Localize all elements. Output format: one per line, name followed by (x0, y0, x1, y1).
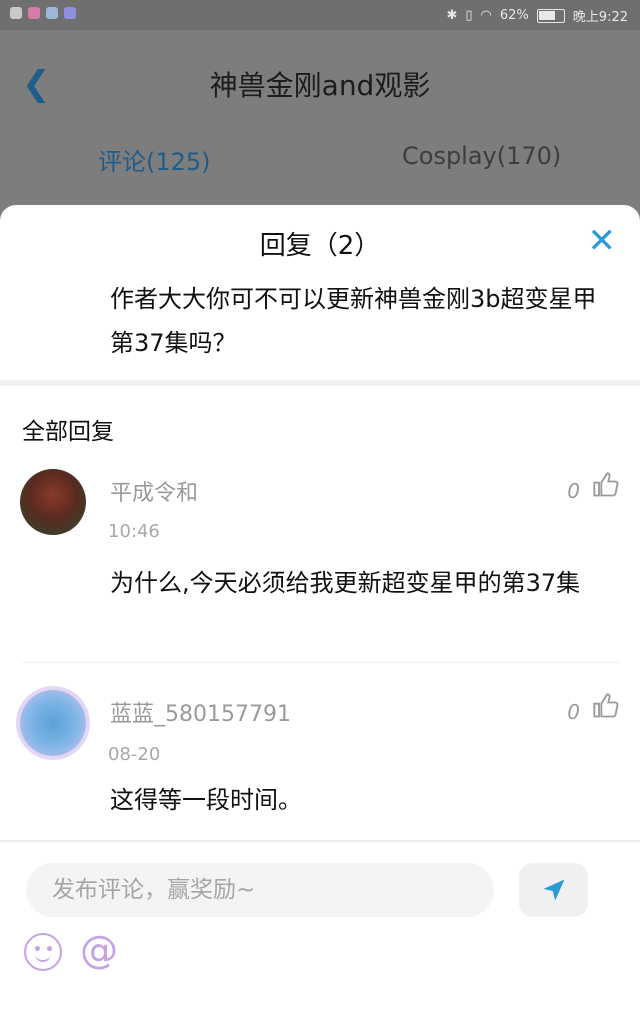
at-icon[interactable]: @ (80, 928, 118, 972)
tab-comments[interactable]: 评论(125) (98, 142, 211, 177)
comment-input[interactable]: 发布评论，赢奖励~ (26, 863, 494, 917)
app-icon (46, 7, 58, 19)
bluetooth-icon: ✱ (446, 8, 458, 23)
avatar[interactable] (20, 469, 86, 535)
notification-icons (10, 7, 76, 19)
reply-time: 10:46 (108, 521, 160, 542)
battery-icon (536, 8, 565, 23)
clock: 晚上9:22 (572, 10, 628, 25)
like-count: 0 (567, 479, 580, 503)
app-icon (10, 7, 22, 19)
wifi-icon: ◠ (480, 8, 492, 23)
like-count: 0 (567, 700, 580, 724)
reply-sheet-title: 回复（2） (259, 231, 381, 261)
tab-cosplay[interactable]: Cosplay(170) (402, 142, 561, 170)
reply-author[interactable]: 平成令和 (110, 475, 198, 507)
page-title: 神兽金刚and观影 (209, 69, 431, 102)
app-icon (64, 7, 76, 19)
thumbs-up-icon[interactable] (592, 471, 620, 506)
reply-time: 08-20 (108, 744, 161, 765)
battery-percent: 62% (499, 8, 529, 23)
thumbs-up-icon[interactable] (592, 692, 620, 727)
divider (0, 840, 640, 842)
divider (0, 380, 640, 386)
reply-author[interactable]: 蓝蓝_580157791 (110, 696, 291, 728)
reply-text: 为什么,今天必须给我更新超变星甲的第37集 (110, 569, 581, 597)
reply-text: 这得等一段时间。 (110, 786, 302, 814)
page-header: ❮ 神兽金刚and观影 评论(125) Cosplay(170) (0, 30, 640, 210)
avatar[interactable] (20, 690, 86, 756)
original-comment: 作者大大你可不可以更新神兽金刚3b超变星甲第37集吗？ (110, 285, 597, 357)
send-button[interactable] (519, 863, 588, 917)
all-replies-title: 全部回复 (22, 419, 114, 445)
status-bar: ✱ ▯ ◠ 62% 晚上9:22 (0, 0, 640, 30)
app-icon (28, 7, 40, 19)
divider (22, 662, 620, 663)
emoji-icon[interactable] (24, 933, 62, 971)
close-icon[interactable]: ✕ (588, 221, 617, 261)
send-icon (543, 879, 564, 901)
vibrate-icon: ▯ (465, 8, 473, 23)
